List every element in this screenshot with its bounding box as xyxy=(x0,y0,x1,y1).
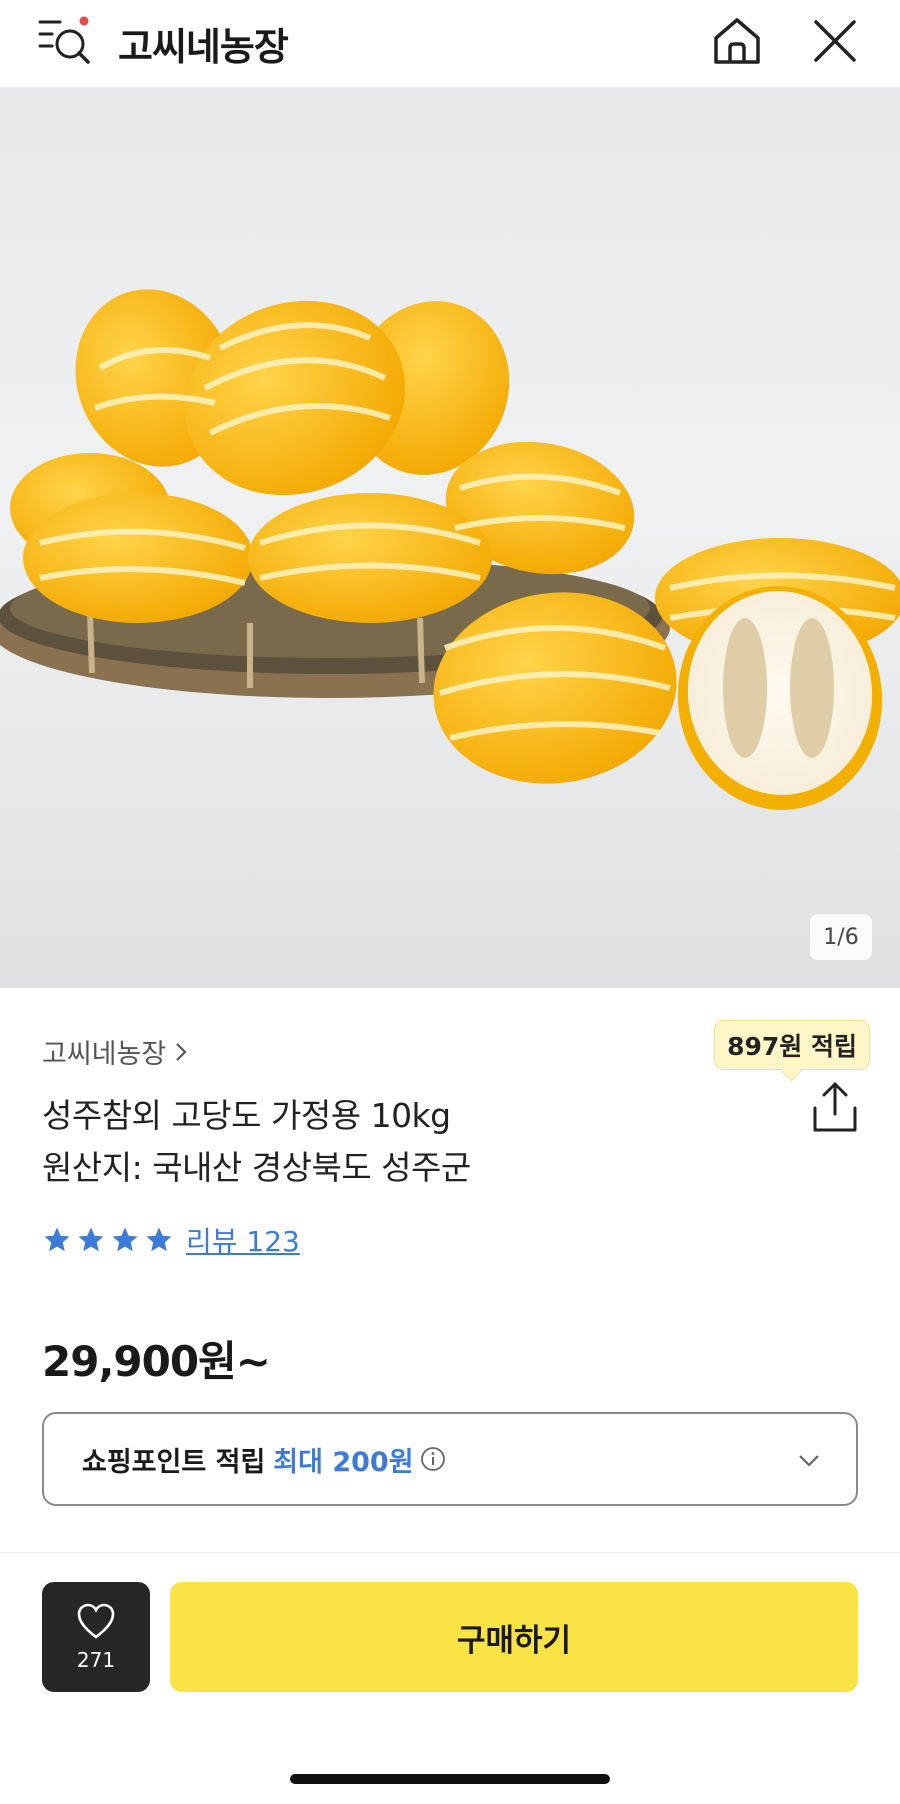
rating: 리뷰 123 xyxy=(42,1220,300,1260)
divider xyxy=(0,1552,900,1553)
home-icon[interactable] xyxy=(710,14,764,68)
share-icon[interactable] xyxy=(810,1080,860,1134)
top-header: 고씨네농장 xyxy=(0,0,900,88)
like-button[interactable]: 271 xyxy=(42,1582,150,1692)
product-image-gallery[interactable]: 1/6 xyxy=(0,88,900,988)
points-max: 최대 200원 xyxy=(273,1446,414,1478)
store-link-label: 고씨네농장 xyxy=(42,1039,167,1070)
product-origin: 원산지: 국내산 경상북도 성주군 xyxy=(42,1148,471,1187)
store-title[interactable]: 고씨네농장 xyxy=(118,16,289,71)
store-link[interactable]: 고씨네농장 xyxy=(42,1032,190,1071)
chevron-right-icon xyxy=(176,1042,187,1061)
star-icon xyxy=(146,1227,172,1252)
points-label: 쇼핑포인트 적립 xyxy=(82,1446,266,1478)
buy-button[interactable]: 구매하기 xyxy=(170,1582,858,1692)
product-name: 성주참외 고당도 가정용 10kg 원산지: 국내산 경상북도 성주군 xyxy=(42,1090,471,1194)
home-indicator xyxy=(290,1774,610,1784)
price: 29,900원~ xyxy=(42,1337,271,1386)
point-badge: 897원 적립 xyxy=(714,1020,870,1070)
like-count: 271 xyxy=(76,1648,116,1672)
product-name-line1: 성주참외 고당도 가정용 10kg xyxy=(42,1096,451,1135)
star-icon xyxy=(112,1227,138,1252)
notification-dot xyxy=(79,16,89,26)
shopping-points-dropdown[interactable]: 쇼핑포인트 적립 최대 200원 xyxy=(42,1412,858,1506)
page-indicator: 1/6 xyxy=(810,914,872,960)
star-icon xyxy=(44,1227,70,1252)
close-icon[interactable] xyxy=(808,14,862,68)
menu-search-icon[interactable] xyxy=(38,16,92,66)
chevron-down-icon xyxy=(799,1455,819,1467)
star-icon xyxy=(78,1227,104,1252)
product-photo xyxy=(0,88,900,988)
info-icon[interactable] xyxy=(420,1446,446,1472)
review-link[interactable]: 리뷰 123 xyxy=(186,1220,300,1260)
heart-icon xyxy=(77,1603,115,1639)
